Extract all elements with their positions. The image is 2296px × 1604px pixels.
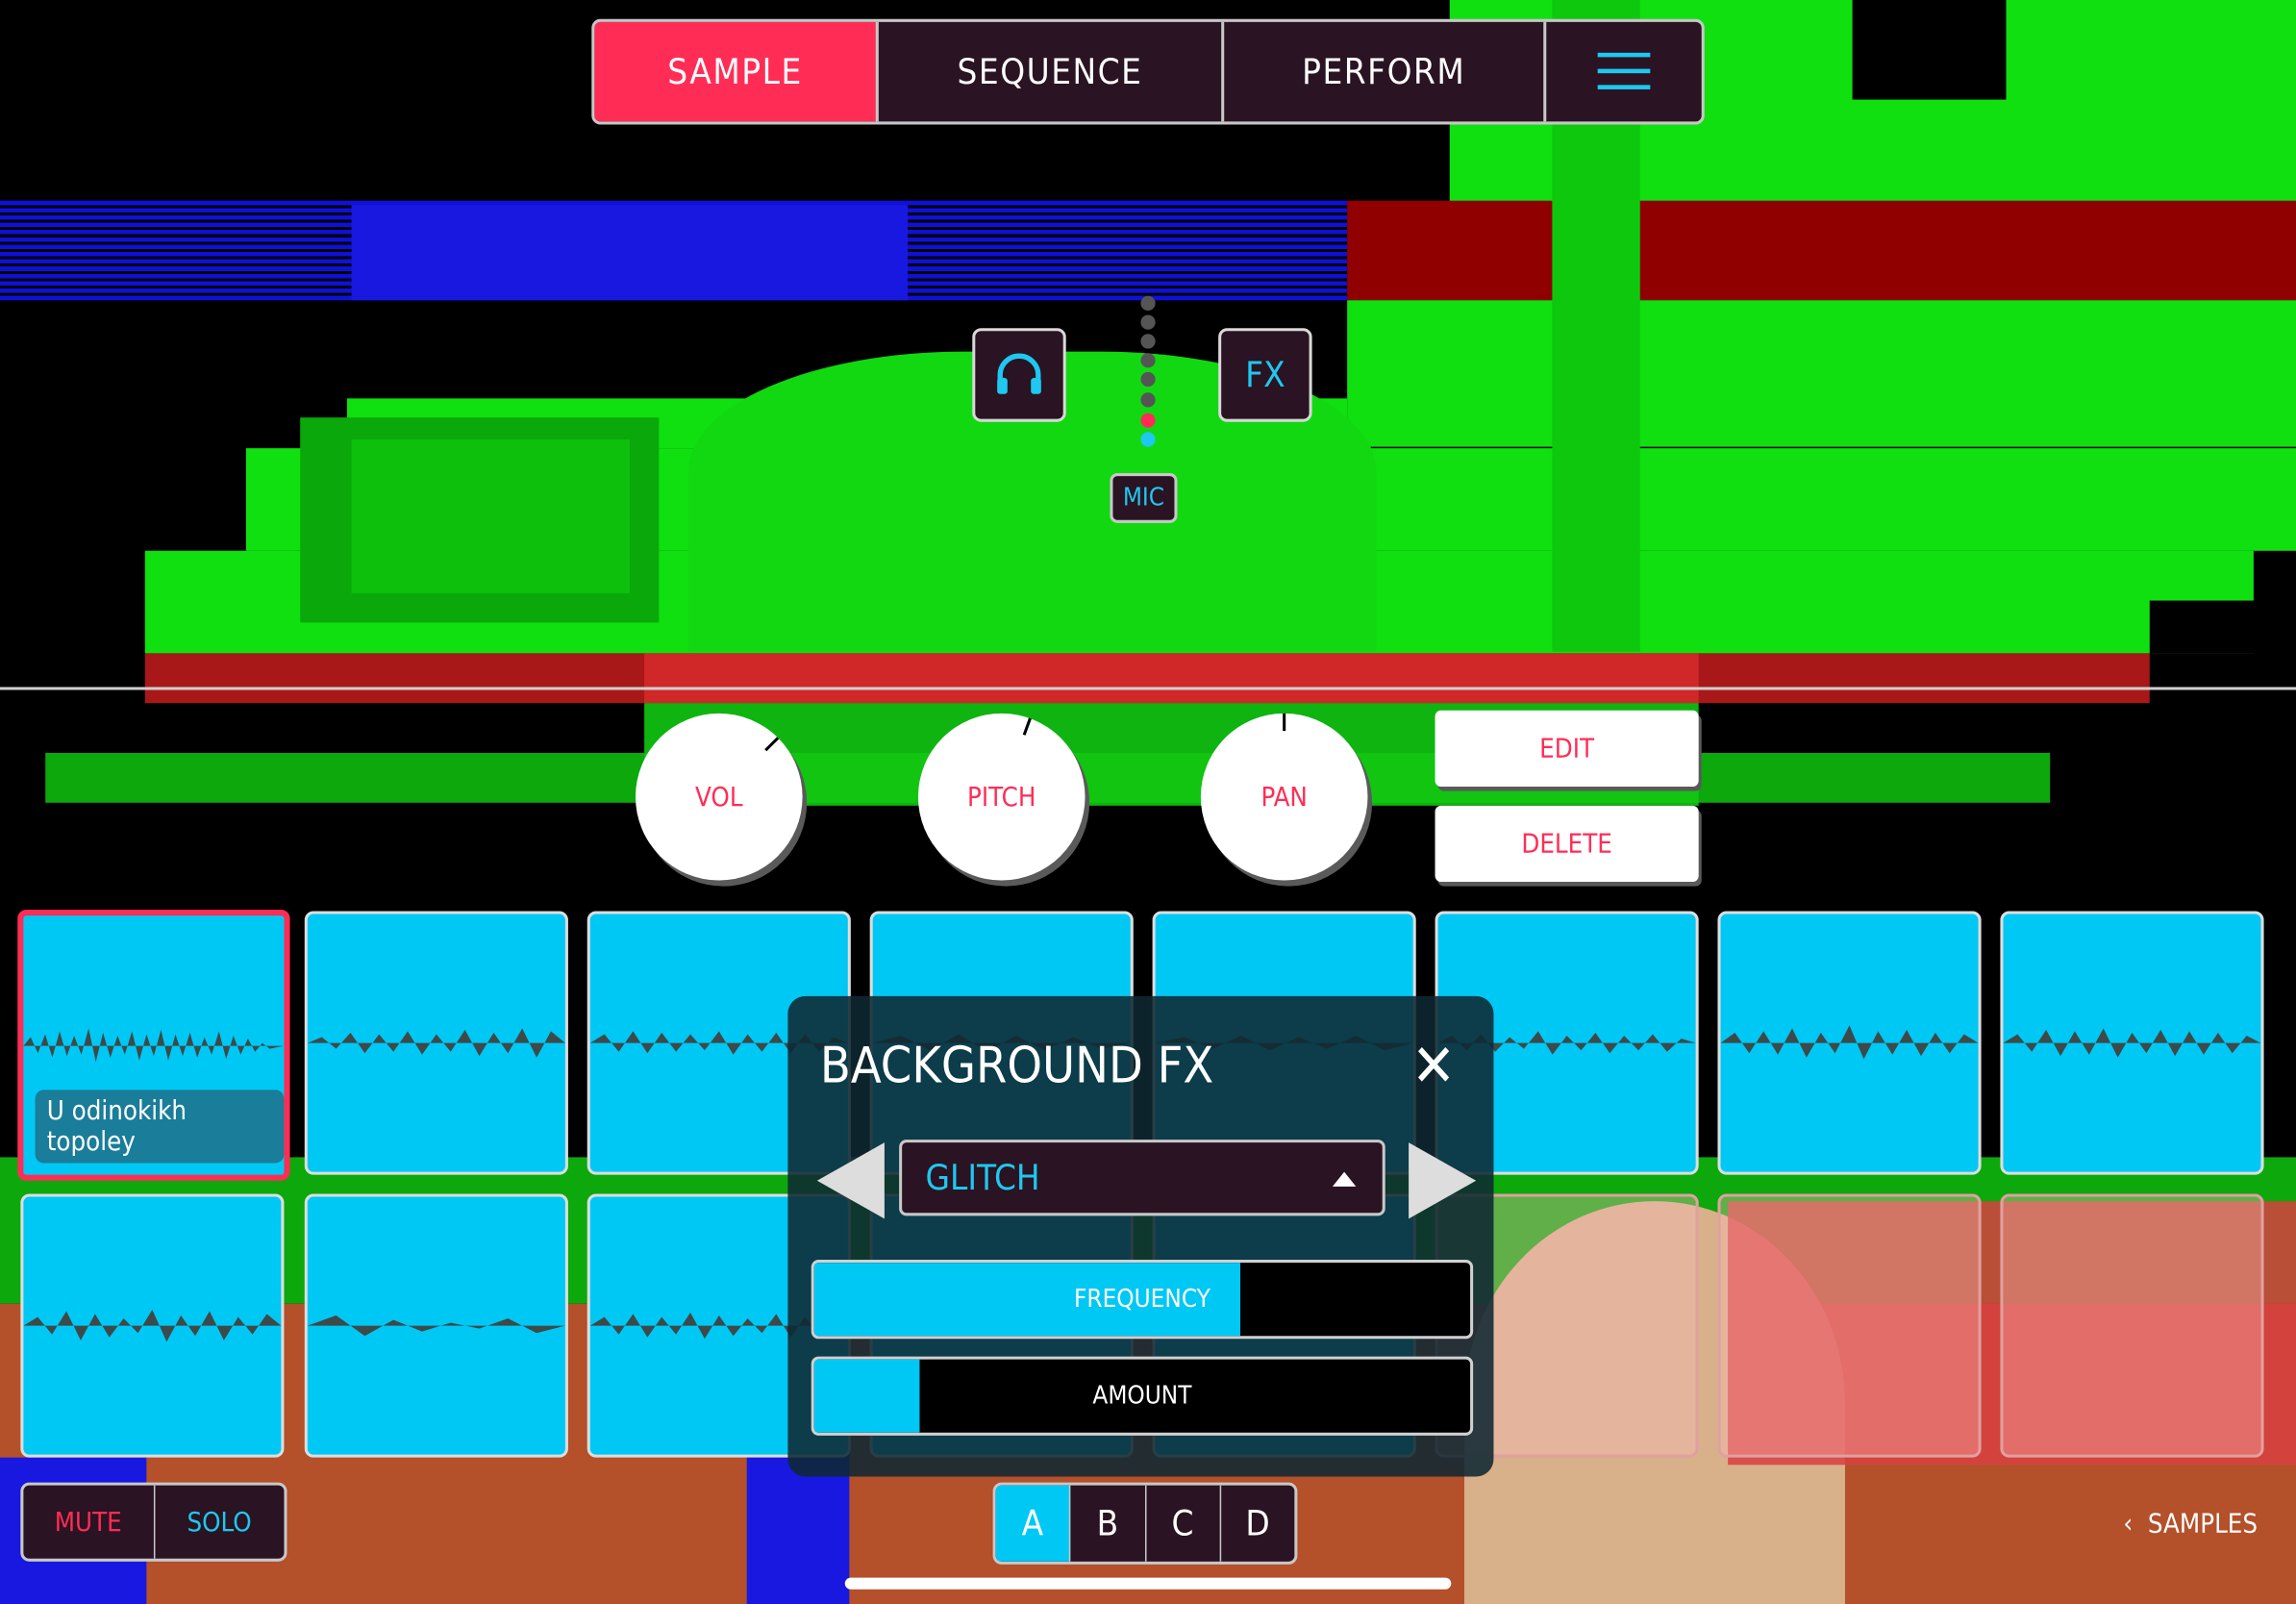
delete-button[interactable]: DELETE xyxy=(1435,805,1699,883)
samples-link[interactable]: ‹ SAMPLES xyxy=(2123,1509,2258,1540)
vol-label: VOL xyxy=(695,781,743,813)
tab-perform[interactable]: PERFORM xyxy=(1224,21,1547,122)
caret-up-icon xyxy=(1332,1171,1357,1187)
mute-button[interactable]: MUTE xyxy=(23,1485,155,1559)
chevron-left-icon: ‹ xyxy=(2123,1508,2148,1540)
sample-pad-10[interactable] xyxy=(304,1193,568,1458)
amount-label: AMOUNT xyxy=(1092,1381,1192,1411)
sample-pad-9[interactable] xyxy=(20,1193,285,1458)
hamburger-icon xyxy=(1597,52,1651,89)
panel-title: BACKGROUND FX xyxy=(819,1037,1214,1096)
effect-dropdown[interactable]: GLITCH xyxy=(899,1140,1385,1216)
background-fx-panel: BACKGROUND FX ✕ GLITCH FREQUENCY AMOUNT xyxy=(787,995,1494,1477)
mute-solo-group: MUTE SOLO xyxy=(20,1482,287,1562)
pitch-label: PITCH xyxy=(967,781,1036,813)
fx-button[interactable]: FX xyxy=(1218,328,1312,422)
sample-pad-15[interactable] xyxy=(1717,1193,1982,1458)
next-effect-arrow-icon[interactable] xyxy=(1409,1142,1477,1219)
tab-sequence[interactable]: SEQUENCE xyxy=(879,21,1225,122)
pan-knob[interactable]: PAN xyxy=(1200,713,1368,881)
close-icon[interactable]: ✕ xyxy=(1411,1037,1456,1095)
frequency-slider[interactable]: FREQUENCY xyxy=(811,1260,1474,1340)
mode-tabs: SAMPLE SEQUENCE PERFORM xyxy=(591,18,1705,125)
waveform xyxy=(23,1027,285,1062)
edit-button[interactable]: EDIT xyxy=(1435,710,1699,788)
vol-knob[interactable]: VOL xyxy=(635,713,803,881)
bank-a-button[interactable]: A xyxy=(995,1485,1071,1562)
home-indicator[interactable] xyxy=(844,1577,1452,1590)
sample-pad-16[interactable] xyxy=(2000,1193,2264,1458)
pitch-knob[interactable]: PITCH xyxy=(917,713,1086,881)
samples-link-label: SAMPLES xyxy=(2147,1508,2259,1540)
tab-sample[interactable]: SAMPLE xyxy=(594,21,879,122)
frequency-label: FREQUENCY xyxy=(1074,1284,1210,1315)
effect-dropdown-value: GLITCH xyxy=(925,1157,1040,1199)
monitor-button[interactable] xyxy=(972,328,1066,422)
bank-selector: A B C D xyxy=(992,1482,1298,1565)
sample-pad-1[interactable]: U odinokikh topoley xyxy=(17,909,290,1181)
bank-d-button[interactable]: D xyxy=(1221,1486,1295,1562)
sample-pad-2[interactable] xyxy=(304,911,568,1175)
solo-button[interactable]: SOLO xyxy=(155,1486,285,1559)
sample-pad-8[interactable] xyxy=(2000,911,2264,1175)
pad-sample-name: U odinokikh topoley xyxy=(35,1090,285,1164)
amount-slider[interactable]: AMOUNT xyxy=(811,1356,1474,1436)
menu-button[interactable] xyxy=(1546,22,1701,122)
sample-pad-7[interactable] xyxy=(1717,911,1982,1175)
headphones-icon xyxy=(997,353,1041,394)
app-screen: ●●● SAMPLE SEQUENCE PERFORM FX MIC VOL P… xyxy=(0,0,2296,1604)
bank-c-button[interactable]: C xyxy=(1146,1485,1221,1562)
bank-b-button[interactable]: B xyxy=(1071,1485,1146,1562)
mic-button[interactable]: MIC xyxy=(1110,473,1178,523)
prev-effect-arrow-icon[interactable] xyxy=(816,1142,885,1219)
pan-label: PAN xyxy=(1260,781,1308,813)
